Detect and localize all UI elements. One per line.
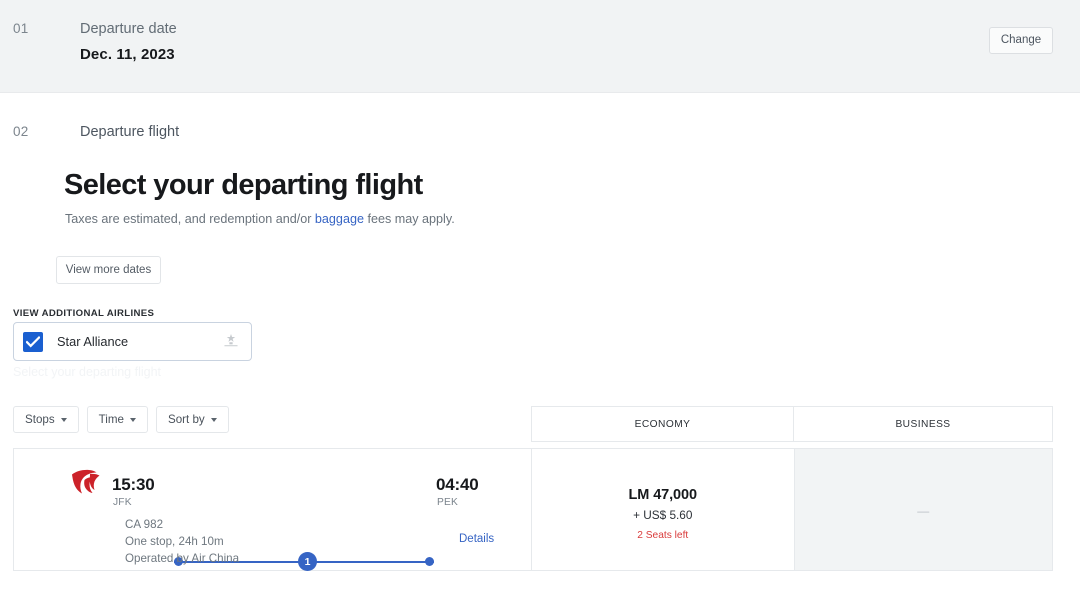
- filter-sort-by-label: Sort by: [168, 413, 205, 426]
- flight-details-link[interactable]: Details: [459, 533, 494, 545]
- flight-duration: One stop, 24h 10m: [125, 535, 224, 548]
- view-more-dates-button[interactable]: View more dates: [56, 256, 161, 284]
- departure-time: 15:30: [112, 475, 155, 494]
- column-header-economy: ECONOMY: [531, 406, 794, 442]
- flight-results-table: Stops Time Sort by ECONOMY BUSINESS 15:3…: [13, 406, 1053, 571]
- disclaimer-text-before: Taxes are estimated, and redemption and/…: [65, 212, 315, 226]
- arrival-airport-code: PEK: [437, 497, 458, 508]
- flight-result-row[interactable]: 15:30 JFK 04:40 PEK 1 CA 982 One stop, 2…: [13, 448, 1053, 571]
- column-header-business: BUSINESS: [794, 406, 1053, 442]
- filter-time-label: Time: [98, 413, 124, 426]
- economy-seats-left-badge: 2 Seats left: [637, 530, 689, 541]
- filter-time-button[interactable]: Time: [86, 406, 148, 433]
- ghost-duplicate-title: Select your departing flight: [13, 365, 162, 379]
- taxes-disclaimer: Taxes are estimated, and redemption and/…: [65, 212, 455, 226]
- star-alliance-checkbox[interactable]: [23, 332, 43, 352]
- economy-fare-cell[interactable]: LM 47,000 + US$ 5.60 2 Seats left: [531, 449, 794, 570]
- flight-number: CA 982: [125, 518, 164, 531]
- air-china-logo-icon: [72, 469, 100, 494]
- results-header-row: Stops Time Sort by ECONOMY BUSINESS: [13, 406, 1053, 442]
- filter-stops-button[interactable]: Stops: [13, 406, 79, 433]
- filter-button-group: Stops Time Sort by: [13, 406, 229, 433]
- arrival-time: 04:40: [436, 475, 479, 494]
- timeline-stop-marker: 1: [298, 552, 317, 571]
- timeline-destination-dot: [425, 557, 434, 566]
- departure-date-value: Dec. 11, 2023: [80, 46, 175, 63]
- business-unavailable-dash: —: [917, 504, 930, 518]
- flight-details-cell: 15:30 JFK 04:40 PEK 1 CA 982 One stop, 2…: [14, 449, 531, 571]
- business-fare-cell: —: [793, 449, 1052, 570]
- star-alliance-logo-icon: [224, 334, 238, 347]
- departure-airport-code: JFK: [113, 497, 132, 508]
- disclaimer-text-after: fees may apply.: [363, 212, 455, 226]
- departure-date-section: 01 Departure date Dec. 11, 2023 Change: [0, 0, 1080, 93]
- flight-operator: Operated by Air China: [125, 552, 240, 565]
- view-additional-airlines-label: VIEW ADDITIONAL AIRLINES: [13, 308, 155, 319]
- chevron-down-icon: [60, 417, 67, 422]
- checkmark-icon: [26, 336, 40, 348]
- departure-date-label: Departure date: [80, 21, 177, 37]
- page-title: Select your departing flight: [64, 169, 423, 201]
- filter-stops-label: Stops: [25, 413, 55, 426]
- departure-flight-label: Departure flight: [80, 124, 180, 140]
- chevron-down-icon: [130, 417, 136, 422]
- economy-taxes-amount: + US$ 5.60: [633, 508, 693, 522]
- star-alliance-label: Star Alliance: [57, 334, 129, 349]
- economy-fare-content: LM 47,000 + US$ 5.60 2 Seats left: [532, 487, 794, 541]
- step-number-01: 01: [13, 21, 29, 36]
- step-number-02: 02: [13, 124, 29, 139]
- economy-miles-price: LM 47,000: [628, 487, 698, 503]
- filter-sort-by-button[interactable]: Sort by: [156, 406, 229, 433]
- baggage-link[interactable]: baggage: [315, 212, 364, 226]
- star-alliance-filter-option[interactable]: Star Alliance: [13, 322, 252, 361]
- chevron-down-icon: [210, 417, 217, 422]
- change-date-button[interactable]: Change: [989, 27, 1053, 54]
- departure-flight-section-header: 02 Departure flight: [0, 93, 1080, 153]
- flight-meta-info: CA 982 One stop, 24h 10m Operated by Air…: [125, 516, 239, 567]
